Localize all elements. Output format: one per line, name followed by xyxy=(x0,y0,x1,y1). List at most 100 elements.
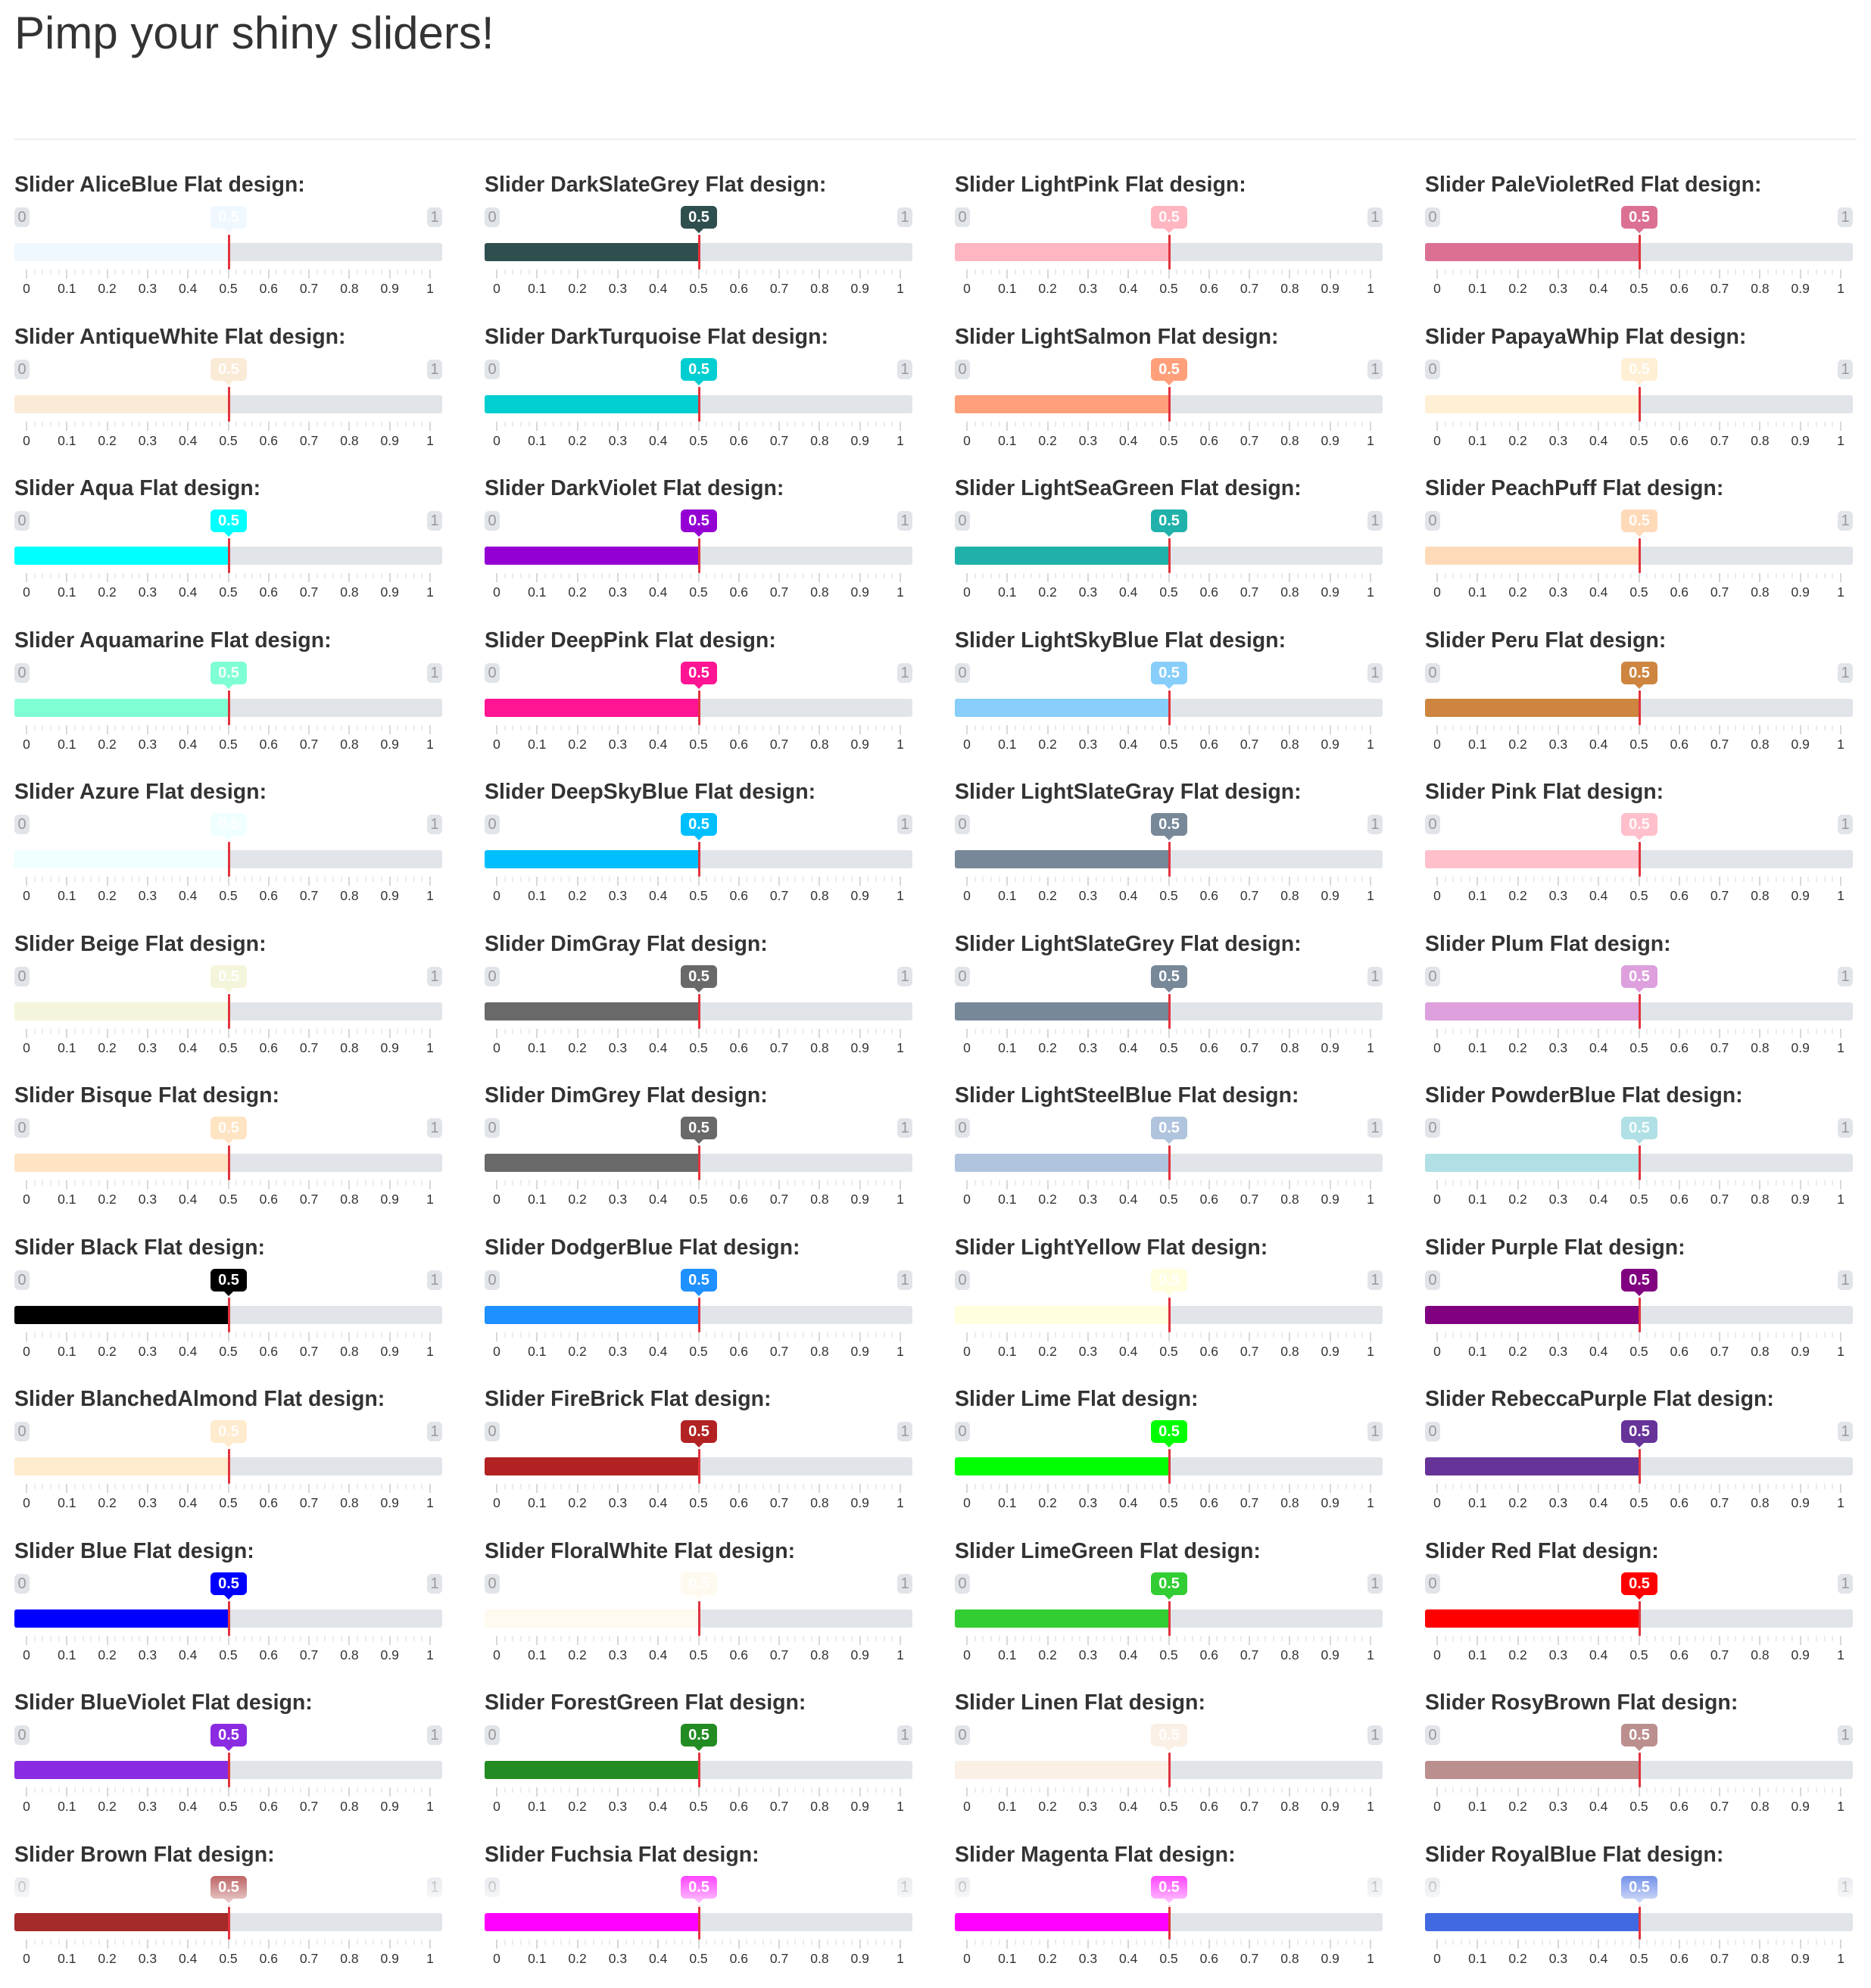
slider-handle[interactable] xyxy=(1168,690,1171,725)
scale-tick-label: 0.7 xyxy=(769,1799,789,1814)
slider-min-label: 0 xyxy=(485,1573,500,1594)
slider-handle[interactable] xyxy=(698,1904,700,1940)
slider-handle[interactable] xyxy=(1168,235,1171,270)
slider-handle[interactable] xyxy=(698,690,700,725)
scale-minor-tick xyxy=(244,421,245,427)
scale-tick xyxy=(1517,1332,1519,1341)
slider-handle[interactable] xyxy=(1639,1753,1641,1787)
scale-tick-label: 0.2 xyxy=(1038,1950,1057,1966)
scale-tick-label: 0.2 xyxy=(1508,584,1527,600)
slider-handle[interactable] xyxy=(1168,1904,1171,1940)
scale-minor-tick xyxy=(990,1028,992,1034)
scale-minor-tick xyxy=(1216,1939,1218,1945)
scale-minor-tick xyxy=(706,1939,707,1945)
slider-fill-bar xyxy=(1425,1912,1639,1931)
scale-minor-tick xyxy=(405,1028,407,1034)
slider-handle[interactable] xyxy=(1168,1600,1171,1636)
slider-handle[interactable] xyxy=(698,1753,700,1787)
slider-value-text: 0.5 xyxy=(1629,968,1650,985)
scale-minor-tick xyxy=(1160,1332,1162,1338)
scale-minor-tick xyxy=(332,573,334,578)
slider-handle[interactable] xyxy=(228,1297,230,1332)
slider-handle[interactable] xyxy=(1639,690,1641,725)
slider-handle[interactable] xyxy=(698,235,700,270)
slider-handle[interactable] xyxy=(1639,386,1641,422)
slider-max-label: 1 xyxy=(1838,1118,1853,1138)
scale-minor-tick xyxy=(762,270,764,275)
scale-tick-label: 1 xyxy=(1837,281,1844,296)
scale-tick-label: 0 xyxy=(1433,888,1441,903)
scale-minor-tick xyxy=(520,270,522,275)
scale-tick xyxy=(697,1484,700,1493)
scale-minor-tick xyxy=(1686,724,1688,731)
scale-tick-label: 0.2 xyxy=(1038,1343,1057,1359)
slider-handle[interactable] xyxy=(228,1904,230,1940)
slider-handle[interactable] xyxy=(228,235,230,270)
slider-handle[interactable] xyxy=(698,1145,700,1180)
slider-handle[interactable] xyxy=(1168,386,1171,422)
scale-tick xyxy=(388,1028,391,1038)
slider-handle[interactable] xyxy=(698,538,700,573)
slider-handle[interactable] xyxy=(698,1297,700,1332)
scale-minor-tick xyxy=(1710,1635,1712,1641)
scale-tick xyxy=(227,573,229,582)
slider-handle[interactable] xyxy=(698,993,700,1029)
scale-minor-tick xyxy=(260,724,261,731)
slider-handle[interactable] xyxy=(1168,842,1171,877)
slider-handle[interactable] xyxy=(228,842,230,877)
slider-handle[interactable] xyxy=(1168,1145,1171,1180)
slider-handle[interactable] xyxy=(228,993,230,1029)
slider-handle[interactable] xyxy=(1639,235,1641,270)
slider-max-label: 1 xyxy=(897,1118,912,1138)
slider-handle[interactable] xyxy=(698,386,700,422)
slider-value-label: 0.5 xyxy=(1151,357,1187,385)
scale-tick-label: 0.1 xyxy=(1468,1647,1487,1662)
slider-handle[interactable] xyxy=(1168,1449,1171,1484)
scale-minor-tick xyxy=(131,1635,133,1641)
slider-handle[interactable] xyxy=(228,1449,230,1484)
slider-min-label: 0 xyxy=(14,1270,30,1290)
slider-handle[interactable] xyxy=(228,538,230,573)
slider-handle[interactable] xyxy=(1168,1753,1171,1787)
slider-handle[interactable] xyxy=(1168,993,1171,1029)
scale-minor-tick xyxy=(90,1028,92,1034)
scale-minor-tick xyxy=(520,1484,522,1489)
slider-handle[interactable] xyxy=(1168,1297,1171,1332)
scale-minor-tick xyxy=(1071,421,1073,427)
slider-value-label: 0.5 xyxy=(1621,1268,1657,1296)
scale-minor-tick xyxy=(641,573,643,578)
scale-minor-tick xyxy=(1337,1180,1339,1186)
scale-minor-tick xyxy=(1816,724,1817,731)
slider-value-text: 0.5 xyxy=(1158,816,1180,833)
slider-handle[interactable] xyxy=(1639,1297,1641,1332)
slider-handle[interactable] xyxy=(698,1449,700,1484)
slider-handle[interactable] xyxy=(698,842,700,877)
scale-tick-label: 0.3 xyxy=(608,736,628,752)
slider-handle[interactable] xyxy=(1639,538,1641,573)
slider-handle[interactable] xyxy=(1639,1145,1641,1180)
slider-handle[interactable] xyxy=(1639,993,1641,1029)
scale-tick xyxy=(1127,1028,1130,1038)
scale-minor-tick xyxy=(1103,724,1105,731)
scale-minor-tick xyxy=(1614,1180,1616,1186)
scale-minor-tick xyxy=(1573,1787,1575,1793)
slider-handle[interactable] xyxy=(228,386,230,422)
slider-handle[interactable] xyxy=(1168,538,1171,573)
slider-handle[interactable] xyxy=(1639,842,1641,877)
slider-handle[interactable] xyxy=(1639,1600,1641,1636)
slider-handle[interactable] xyxy=(1639,1449,1641,1484)
scale-minor-tick xyxy=(770,724,772,731)
scale-minor-tick xyxy=(34,1180,36,1186)
slider-value-label: 0.5 xyxy=(210,206,247,233)
slider-handle[interactable] xyxy=(698,1600,700,1636)
slider-handle[interactable] xyxy=(1639,1904,1641,1940)
slider-handle[interactable] xyxy=(228,1600,230,1636)
slider-handle[interactable] xyxy=(228,1145,230,1180)
scale-minor-tick xyxy=(42,724,43,731)
scale-minor-tick xyxy=(413,1787,415,1793)
scale-minor-tick xyxy=(560,1180,562,1186)
slider-handle[interactable] xyxy=(228,1753,230,1787)
scale-tick-label: 0.8 xyxy=(1751,432,1770,448)
scale-minor-tick xyxy=(762,1484,764,1489)
slider-handle[interactable] xyxy=(228,690,230,725)
